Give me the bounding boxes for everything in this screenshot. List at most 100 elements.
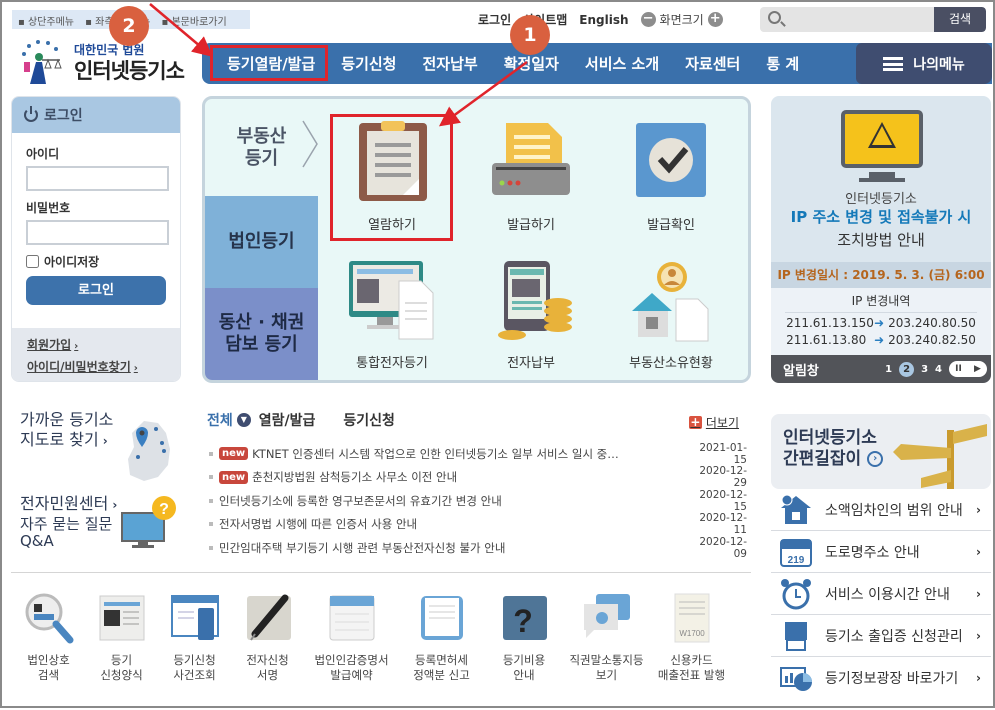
my-menu-label: 나의메뉴: [913, 56, 965, 73]
nav-item-apply[interactable]: 등기신청: [328, 53, 409, 74]
faq-link[interactable]: 자주 묻는 질문 Q&A: [20, 516, 112, 549]
skip-link-top-menu[interactable]: ▪ 상단주메뉴: [18, 17, 78, 28]
quick-registry-forms[interactable]: 등기 신청양식: [85, 592, 158, 682]
receipt-icon: W1700: [674, 593, 709, 643]
tab-apply[interactable]: 등기신청: [343, 410, 395, 430]
notice-banner[interactable]: 인터넷등기소 IP 주소 변경 및 접속불가 시 조치방법 안내 IP 변경일시…: [771, 96, 991, 383]
nav-item-statistics[interactable]: 통 계: [753, 53, 812, 74]
notice-item[interactable]: 민간임대주택 부기등기 시행 관련 부동산전자신청 불가 안내 2020-12-0…: [207, 536, 747, 560]
login-header: 로그인: [12, 97, 180, 133]
link-access-pass[interactable]: 등기소 출입증 신청관리 ›: [771, 615, 991, 657]
banner-page-3[interactable]: 3: [921, 364, 928, 375]
document-icon: [420, 596, 463, 640]
notice-item[interactable]: new 춘천지방법원 삼척등기소 사무소 이전 안내 2020-12-29: [207, 465, 747, 489]
notice-item[interactable]: new KTNET 인증센터 시스템 작업으로 인한 인터넷등기소 일부 서비스 …: [207, 442, 747, 466]
banner-controls: 알림창 1 2 3 4 II ▶: [771, 355, 991, 383]
banner-line3: 조치방법 안내: [837, 231, 925, 249]
chevron-down-icon: ▼: [236, 413, 251, 427]
join-link[interactable]: 회원가입 ›: [27, 336, 165, 353]
quick-links: 법인상호 검색 등기 신청양식 등기신청 사건조회 전자신청 서명 법인인감증명서 발급예…: [12, 592, 752, 682]
id-input[interactable]: [26, 166, 169, 191]
playback-controls: II ▶: [949, 361, 987, 377]
play-icon[interactable]: ▶: [974, 364, 981, 374]
link-service-hours[interactable]: 서비스 이용시간 안내 ›: [771, 573, 991, 615]
zoom-in-icon[interactable]: +: [707, 12, 723, 27]
login-footer: 회원가입 › 아이디/비밀번호찾기 ›: [12, 328, 180, 381]
touch-device-icon: [785, 621, 807, 651]
quick-e-signature[interactable]: 전자신청 서명: [231, 592, 304, 682]
link-road-address[interactable]: 219 도로명주소 안내 ›: [771, 531, 991, 573]
tile-issue[interactable]: 발급하기: [461, 121, 601, 233]
nav-item-service-intro[interactable]: 서비스 소개: [572, 53, 672, 74]
printer-icon: [492, 123, 570, 195]
more-link[interactable]: + 더보기: [688, 414, 739, 431]
banner-page-1[interactable]: 1: [885, 364, 892, 375]
category-corporate[interactable]: 법인등기: [205, 196, 318, 288]
ip-row: 211.61.13.80 ➜ 203.240.82.50: [786, 333, 976, 347]
browser-mobile-icon: [170, 595, 219, 640]
search-bar: 검색: [760, 7, 986, 32]
quick-seal-certificate[interactable]: 법인인감증명서 발급예약: [304, 592, 399, 682]
tile-e-payment[interactable]: 전자납부: [461, 259, 601, 371]
question-icon: ?: [503, 596, 547, 640]
site-logo[interactable]: 대한민국 법원 인터넷등기소: [16, 38, 191, 88]
court-emblem-icon: [22, 40, 62, 84]
my-menu-button[interactable]: 나의메뉴: [856, 43, 992, 84]
english-link[interactable]: English: [579, 13, 628, 27]
notice-item[interactable]: 전자서명법 시행에 따른 인증서 사용 안내 2020-12-11: [207, 512, 747, 536]
tab-view-issue[interactable]: 열람/발급: [259, 410, 316, 430]
ip-history-title: IP 변경내역: [785, 288, 977, 313]
tile-verify[interactable]: 발급확인: [601, 121, 741, 233]
zoom-out-icon[interactable]: −: [640, 12, 656, 27]
nav-item-resources[interactable]: 자료센터: [672, 53, 753, 74]
chevron-right-icon: ›: [976, 628, 981, 643]
banner-page-2[interactable]: 2: [899, 361, 915, 377]
tile-integrated-e-registry[interactable]: 통합전자등기: [322, 259, 462, 371]
save-id-checkbox[interactable]: [26, 255, 39, 268]
easy-guide-banner[interactable]: 인터넷등기소 간편길잡이 ›: [771, 414, 991, 489]
pause-icon[interactable]: II: [955, 364, 962, 374]
id-label: 아이디: [26, 147, 60, 161]
nav-item-epayment[interactable]: 전자납부: [409, 53, 490, 74]
tab-all[interactable]: 전체 ▼: [207, 410, 251, 430]
link-registry-data-plaza[interactable]: 등기정보광장 바로가기 ›: [771, 657, 991, 699]
power-icon: [24, 106, 38, 122]
notice-list: new KTNET 인증센터 시스템 작업으로 인한 인터넷등기소 일부 서비스 …: [207, 442, 747, 560]
link-small-tenant[interactable]: 소액임차인의 범위 안내 ›: [771, 489, 991, 531]
house-won-icon: [781, 494, 811, 524]
pen-icon: [246, 594, 291, 641]
nav-item-fixed-date[interactable]: 확정일자: [491, 53, 572, 74]
arrow-right-icon: ➜: [874, 333, 885, 347]
banner-line2: IP 주소 변경 및 접속불가 시: [790, 208, 972, 226]
quick-registration-tax[interactable]: 등록면허세 정액분 신고: [399, 592, 484, 682]
newspaper-icon: [99, 595, 144, 641]
calendar-icon: [329, 595, 374, 641]
banner-date: IP 변경일시 : 2019. 5. 3. (금) 6:00 이후: [771, 262, 991, 308]
password-input[interactable]: [26, 220, 169, 245]
quick-corp-name-search[interactable]: 법인상호 검색: [12, 592, 85, 682]
login-button[interactable]: 로그인: [26, 276, 166, 305]
skip-link-content[interactable]: ▪ 본문바로가기: [162, 17, 231, 28]
tile-label: 통합전자등기: [356, 356, 428, 371]
alarm-clock-icon: [781, 578, 811, 609]
step-badge-1: 1: [510, 15, 550, 55]
find-account-link[interactable]: 아이디/비밀번호찾기 ›: [27, 358, 165, 375]
e-civil-center-link[interactable]: 전자민원센터 ›: [20, 490, 117, 514]
login-panel: 로그인 아이디 비밀번호 아이디저장 로그인 회원가입 › 아이디/비밀번호찾기 ›: [11, 96, 181, 382]
chevron-right-icon: ›: [74, 341, 79, 352]
category-movables[interactable]: 동산 · 채권 담보 등기: [205, 288, 318, 380]
quick-case-lookup[interactable]: 등기신청 사건조회: [158, 592, 231, 682]
nearest-registry-link[interactable]: 가까운 등기소 지도로 찾기 ›: [20, 410, 113, 450]
quick-registry-fees[interactable]: ? 등기비용 안내: [484, 592, 564, 682]
search-button[interactable]: 검색: [934, 7, 986, 32]
chevron-right-icon: ›: [976, 671, 981, 685]
chevron-right-icon: ›: [976, 586, 981, 601]
banner-page-4[interactable]: 4: [935, 364, 942, 375]
tile-property-ownership[interactable]: 부동산소유현황: [601, 259, 741, 371]
search-input[interactable]: [790, 10, 930, 29]
login-link[interactable]: 로그인: [478, 11, 511, 28]
notice-item[interactable]: 인터넷등기소에 등록한 영구보존문서의 유효기간 변경 안내 2020-12-15: [207, 489, 747, 513]
quick-cancellation-notice[interactable]: 직권말소통지등 보기: [564, 592, 649, 682]
chevron-right-icon: ›: [133, 363, 138, 374]
quick-card-receipt[interactable]: W1700 신용카드 매출전표 발행: [649, 592, 734, 682]
